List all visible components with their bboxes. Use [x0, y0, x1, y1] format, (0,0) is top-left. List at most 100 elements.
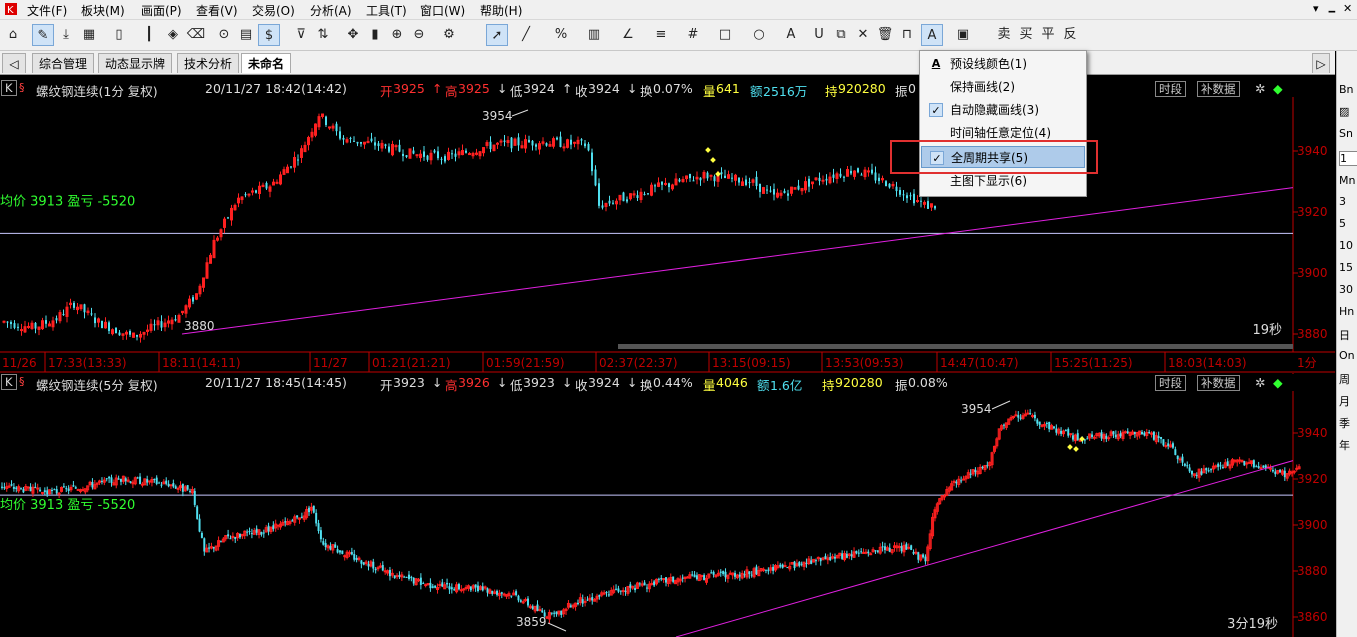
angle-icon[interactable]: ∠ — [617, 24, 639, 46]
menu-screen[interactable]: 画面(P) — [141, 2, 182, 19]
chart2-status-icon[interactable]: ◆ — [1273, 375, 1283, 390]
candle-body — [499, 140, 503, 143]
app-icon[interactable]: K — [4, 2, 18, 19]
chart-1min[interactable]: 3940 3920 3900 3880 均价 3913 盈亏 -5520 3954 3880… — [0, 96, 1335, 373]
dollar-icon[interactable]: $ — [258, 24, 280, 46]
move-icon[interactable]: ✥ — [342, 24, 364, 46]
menu-item-preset-line-color[interactable]: A 预设线颜色(1) — [921, 53, 1085, 75]
chart2-fill-data-button[interactable]: 补数据 — [1197, 375, 1240, 391]
chart1-y-label: 3880 — [1297, 327, 1328, 341]
filter-icon[interactable]: ⊽ — [290, 24, 312, 46]
sidebar-item-3[interactable]: 3 — [1339, 195, 1357, 208]
sidebar-item-bn[interactable]: Bn — [1339, 83, 1357, 96]
sidebar-item-month[interactable]: 月 — [1339, 393, 1357, 409]
chart1-switch-icon[interactable]: § — [19, 81, 25, 94]
chart-5min[interactable]: 3940 3920 3900 3880 3860 均价 3913 盈亏 -5520 3954… — [0, 373, 1335, 637]
sidebar-item-sn[interactable]: Sn — [1339, 127, 1357, 140]
copy-icon[interactable]: ▤ — [235, 24, 257, 46]
line-color-icon[interactable]: A — [921, 24, 943, 46]
chart2-instrument: 螺纹钢连续(5分 复权) — [36, 378, 158, 393]
menu-file[interactable]: 文件(F) — [27, 2, 67, 19]
chart1-period-button[interactable]: 时段 — [1155, 81, 1186, 97]
cursor-icon[interactable]: ➚ — [486, 24, 508, 46]
restore-icon[interactable]: ▾ — [1313, 2, 1319, 15]
sidebar-item-chart-icon[interactable]: ▨ — [1339, 105, 1357, 118]
close-icon[interactable]: ✕ — [1343, 2, 1352, 15]
trash-icon[interactable]: 🗑 — [874, 24, 896, 46]
zoom-in-icon[interactable]: ⊕ — [386, 24, 408, 46]
line-icon[interactable]: ╱ — [515, 24, 537, 46]
sidebar-item-year[interactable]: 年 — [1339, 437, 1357, 453]
sidebar-item-5[interactable]: 5 — [1339, 217, 1357, 230]
chart2-period-button[interactable]: 时段 — [1155, 375, 1186, 391]
candle-body — [787, 193, 789, 196]
gear-icon[interactable]: ⚙ — [438, 24, 460, 46]
copy-draw-icon[interactable]: ⧉ — [830, 24, 852, 46]
pen-icon[interactable]: ✎ — [32, 24, 54, 46]
sidebar-item-15[interactable]: 15 — [1339, 261, 1357, 274]
menu-window[interactable]: 窗口(W) — [420, 2, 465, 19]
tab-dynamic-board[interactable]: 动态显示牌 — [98, 53, 173, 73]
flat-button[interactable]: 平 — [1037, 24, 1059, 46]
sidebar-item-day[interactable]: 日 — [1339, 327, 1357, 343]
tab-scroll-left-icon[interactable]: ◁ — [2, 53, 26, 73]
percent-icon[interactable]: % — [550, 24, 572, 46]
toolbar: ⌂ ✎ ⤓ ▦ ▯ ┃ ◈ ⌫ ⊙ ▤ $ ⊽ ⇅ ✥ ▮ ⊕ ⊖ ⚙ ➚ ╱ … — [0, 20, 1357, 51]
menu-help[interactable]: 帮助(H) — [480, 2, 522, 19]
hash-icon[interactable]: # — [682, 24, 704, 46]
sidebar-item-mn[interactable]: Mn — [1339, 174, 1357, 187]
grid-icon[interactable]: ▥ — [583, 24, 605, 46]
candles-icon[interactable]: ┃ — [138, 24, 160, 46]
magnet-icon[interactable]: Ս — [808, 24, 830, 46]
chart1-k-button[interactable]: K — [1, 80, 17, 96]
chart1-fill-data-button[interactable]: 补数据 — [1197, 81, 1240, 97]
delete-icon[interactable]: ⌫ — [185, 24, 207, 46]
text-icon[interactable]: A — [780, 24, 802, 46]
chart1-settings-icon[interactable]: ✲ — [1255, 81, 1265, 96]
sidebar-item-1[interactable]: 1 — [1339, 151, 1357, 166]
menu-sector[interactable]: 板块(M) — [81, 2, 125, 19]
sidebar-item-hn[interactable]: Hn — [1339, 305, 1357, 318]
candle-body — [27, 325, 30, 328]
save-icon[interactable]: ▯ — [108, 24, 130, 46]
menu-analysis[interactable]: 分析(A) — [310, 2, 352, 19]
circle-icon[interactable]: ○ — [748, 24, 770, 46]
candle-body — [477, 585, 479, 592]
sidebar-item-30[interactable]: 30 — [1339, 283, 1357, 296]
menu-trade[interactable]: 交易(O) — [252, 2, 295, 19]
lock-icon[interactable]: ⊓ — [896, 24, 918, 46]
candle-body — [115, 327, 117, 334]
menu-tools[interactable]: 工具(T) — [366, 2, 407, 19]
tab-unnamed[interactable]: 未命名 — [241, 53, 292, 73]
rect-icon[interactable]: □ — [714, 24, 736, 46]
tab-scroll-right-icon[interactable]: ▷ — [1312, 53, 1330, 73]
buy-button[interactable]: 买 — [1015, 24, 1037, 46]
sort-icon[interactable]: ⇅ — [312, 24, 334, 46]
sell-button[interactable]: 卖 — [993, 24, 1015, 46]
reverse-button[interactable]: 反 — [1059, 24, 1081, 46]
menu-item-keep-lines[interactable]: 保持画线(2) — [921, 76, 1085, 98]
chart1-status-icon[interactable]: ◆ — [1273, 81, 1283, 96]
play-icon[interactable]: ⊙ — [213, 24, 235, 46]
sidebar-item-week[interactable]: 周 — [1339, 371, 1357, 387]
chart2-k-button[interactable]: K — [1, 374, 17, 390]
menu-view[interactable]: 查看(V) — [196, 2, 238, 19]
zoom-out-icon[interactable]: ⊖ — [408, 24, 430, 46]
fib-icon[interactable]: ≡ — [650, 24, 672, 46]
ruler-icon[interactable]: ▮ — [364, 24, 386, 46]
template-icon[interactable]: ▣ — [952, 24, 974, 46]
sidebar-item-quarter[interactable]: 季 — [1339, 415, 1357, 431]
download-icon[interactable]: ⤓ — [55, 24, 77, 46]
chart2-switch-icon[interactable]: § — [19, 375, 25, 388]
cross-icon[interactable]: ✕ — [852, 24, 874, 46]
sidebar-item-on[interactable]: On — [1339, 349, 1357, 362]
minimize-icon[interactable]: 🗕 — [1328, 2, 1336, 21]
menu-item-auto-hide-lines[interactable]: ✓ 自动隐藏画线(3) — [921, 99, 1085, 121]
diamond-icon[interactable]: ◈ — [162, 24, 184, 46]
chart2-settings-icon[interactable]: ✲ — [1255, 375, 1265, 390]
home-icon[interactable]: ⌂ — [2, 24, 24, 46]
layout-icon[interactable]: ▦ — [78, 24, 100, 46]
tab-overview[interactable]: 综合管理 — [32, 53, 95, 73]
tab-technical[interactable]: 技术分析 — [177, 53, 240, 73]
sidebar-item-10[interactable]: 10 — [1339, 239, 1357, 252]
